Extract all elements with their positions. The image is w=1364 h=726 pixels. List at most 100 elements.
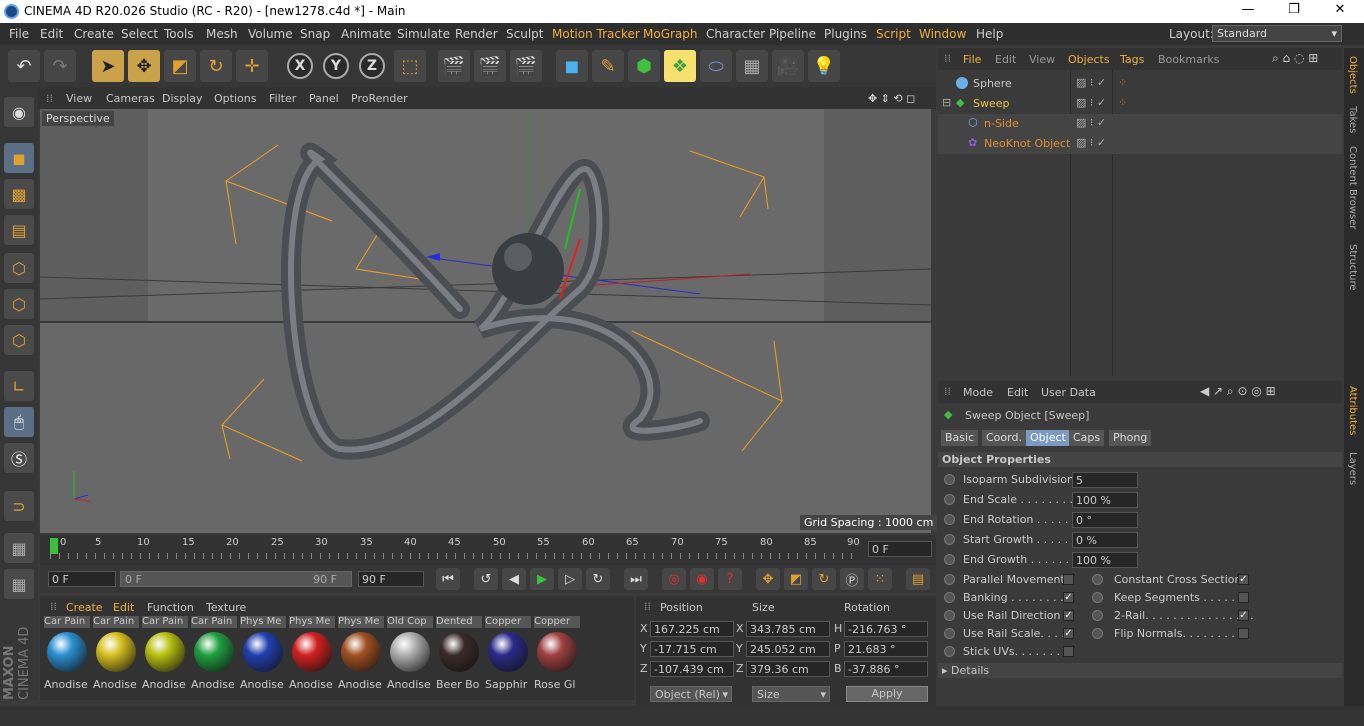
- tab-coord[interactable]: Coord.: [982, 430, 1026, 446]
- animate-radio[interactable]: [944, 610, 955, 621]
- attr-checkbox[interactable]: [1063, 574, 1074, 585]
- obj-menu-bookmarks[interactable]: Bookmarks: [1158, 53, 1219, 66]
- menu-sculpt[interactable]: Sculpt: [506, 27, 543, 41]
- material-swatch[interactable]: Copper Sapphir: [485, 616, 531, 696]
- object-row-sweep[interactable]: ⊟ ◆ Sweep ▨ ⁝ ✓ ⁘: [938, 94, 1342, 114]
- attr-checkbox[interactable]: ✓: [1063, 610, 1074, 621]
- animate-radio[interactable]: [1092, 628, 1103, 639]
- grid-icon[interactable]: ▦: [4, 533, 34, 563]
- side-tab-objects[interactable]: Objects: [1347, 56, 1358, 94]
- animate-radio[interactable]: [944, 574, 955, 585]
- menu-create[interactable]: Create: [74, 27, 114, 41]
- search-icon[interactable]: ⌕ ⌂ ◌ ⊞: [1272, 51, 1318, 66]
- floor-icon[interactable]: ▦: [736, 50, 768, 82]
- playhead[interactable]: [50, 538, 58, 554]
- attr-checkbox[interactable]: ✓: [1238, 610, 1249, 621]
- key-scale-icon[interactable]: ◩: [784, 568, 808, 590]
- x-axis-lock-icon[interactable]: X: [287, 53, 313, 79]
- visibility-icon[interactable]: ▨ ⁝ ✓: [1076, 96, 1106, 109]
- viewport[interactable]: [40, 109, 931, 533]
- attr-field-value[interactable]: 5: [1072, 472, 1138, 488]
- mat-menu-function[interactable]: Function: [147, 601, 194, 614]
- obj-menu-tags[interactable]: Tags: [1120, 53, 1144, 66]
- mat-menu-create[interactable]: Create: [66, 601, 103, 614]
- vp-menu-prorender[interactable]: ProRender: [351, 92, 408, 105]
- attr-menu-user-data[interactable]: User Data: [1041, 386, 1096, 399]
- points-mode-icon[interactable]: ⬡: [4, 253, 34, 283]
- animate-radio[interactable]: [944, 592, 955, 603]
- obj-menu-view[interactable]: View: [1029, 53, 1055, 66]
- workplane-icon[interactable]: ▤: [4, 215, 34, 245]
- side-tab-takes[interactable]: Takes: [1347, 106, 1358, 133]
- side-tab-attributes[interactable]: Attributes: [1347, 386, 1358, 435]
- drag-handle-icon[interactable]: ⁞⁞: [50, 600, 57, 613]
- obj-menu-file[interactable]: File: [963, 53, 981, 66]
- menu-render[interactable]: Render: [455, 27, 498, 41]
- collapse-icon[interactable]: ⊟: [942, 96, 951, 109]
- material-swatch[interactable]: Copper Rose Gl: [534, 616, 580, 696]
- menu-mesh[interactable]: Mesh: [206, 27, 238, 41]
- position-field[interactable]: -107.439 cm: [650, 661, 734, 677]
- obj-menu-edit[interactable]: Edit: [995, 53, 1016, 66]
- vp-menu-cameras[interactable]: Cameras: [106, 92, 155, 105]
- menu-file[interactable]: File: [9, 27, 29, 41]
- animate-radio[interactable]: [944, 534, 955, 545]
- previous-frame-icon[interactable]: ◀: [502, 568, 526, 590]
- menu-pipeline[interactable]: Pipeline: [769, 27, 816, 41]
- start-frame-field[interactable]: 0 F: [48, 571, 116, 587]
- maximize-button[interactable]: ❐: [1274, 2, 1314, 22]
- animate-radio[interactable]: [1092, 592, 1103, 603]
- deformer-icon[interactable]: ⬭: [700, 50, 732, 82]
- coordinate-system-icon[interactable]: ⬚: [394, 50, 426, 82]
- object-row-sphere[interactable]: Sphere ▨ ⁝ ✓ ⁘: [938, 74, 1342, 94]
- play-icon[interactable]: ▶: [530, 568, 554, 590]
- size-field[interactable]: 245.052 cm: [746, 641, 830, 657]
- obj-menu-objects[interactable]: Objects: [1068, 53, 1110, 66]
- attr-menu-mode[interactable]: Mode: [963, 386, 993, 399]
- tweak-mode-icon[interactable]: 🖱: [4, 407, 34, 437]
- key-rotation-icon[interactable]: ↻: [812, 568, 836, 590]
- rotation-field[interactable]: 21.683 °: [844, 641, 928, 657]
- visibility-icon[interactable]: ▨ ⁝ ✓: [1076, 136, 1106, 149]
- animate-radio[interactable]: [944, 474, 955, 485]
- animate-radio[interactable]: [1092, 610, 1103, 621]
- attr-field-value[interactable]: 0 °: [1072, 512, 1138, 528]
- vp-menu-filter[interactable]: Filter: [269, 92, 296, 105]
- material-swatch[interactable]: Car Pain Anodise: [191, 616, 237, 696]
- key-pla-icon[interactable]: ⁙: [868, 568, 892, 590]
- attr-menu-edit[interactable]: Edit: [1007, 386, 1028, 399]
- menu-help[interactable]: Help: [976, 27, 1003, 41]
- timeline-window-icon[interactable]: ▤: [906, 568, 930, 590]
- go-to-end-icon[interactable]: ⏭: [624, 568, 648, 590]
- solo-icon[interactable]: Ⓢ: [4, 443, 34, 473]
- back-icon[interactable]: ◀ ↗ ⌕ ⊙ ◎ ⊞: [1200, 384, 1276, 399]
- menu-select[interactable]: Select: [121, 27, 158, 41]
- animate-radio[interactable]: [944, 494, 955, 505]
- attr-checkbox[interactable]: [1063, 646, 1074, 657]
- layout-select[interactable]: Standard ▾: [1212, 25, 1342, 42]
- record-icon[interactable]: ◎: [662, 568, 686, 590]
- material-tag-icon[interactable]: ⁘: [1118, 76, 1127, 89]
- render-picture-viewer-icon[interactable]: 🎬: [474, 50, 506, 82]
- rotation-field[interactable]: -216.763 °: [844, 621, 928, 637]
- cube-icon[interactable]: ◼: [556, 50, 588, 82]
- mat-menu-texture[interactable]: Texture: [206, 601, 246, 614]
- menu-mograph[interactable]: MoGraph: [643, 27, 698, 41]
- edges-mode-icon[interactable]: ⬡: [4, 289, 34, 319]
- workplane-grid-icon[interactable]: ▦: [4, 569, 34, 599]
- attr-field-value[interactable]: 100 %: [1072, 552, 1138, 568]
- tab-object[interactable]: Object: [1026, 430, 1070, 446]
- menu-plugins[interactable]: Plugins: [824, 27, 867, 41]
- next-frame-icon[interactable]: ▷: [558, 568, 582, 590]
- current-frame-field[interactable]: 0 F: [868, 541, 932, 557]
- key-parameter-icon[interactable]: Ⓟ: [840, 568, 864, 590]
- object-row-neoknot[interactable]: ✿ NeoKnot Object ▨ ⁝ ✓: [938, 134, 1342, 154]
- menu-simulate[interactable]: Simulate: [397, 27, 450, 41]
- tab-caps[interactable]: Caps: [1069, 430, 1105, 446]
- undo-icon[interactable]: ↶: [8, 50, 40, 82]
- drag-handle-icon[interactable]: ⁞⁞: [46, 92, 53, 105]
- visibility-icon[interactable]: ▨ ⁝ ✓: [1076, 76, 1106, 89]
- scale-tool-icon[interactable]: ◩: [164, 50, 196, 82]
- material-swatch[interactable]: Car Pain Anodise: [142, 616, 188, 696]
- size-field[interactable]: 343.785 cm: [746, 621, 830, 637]
